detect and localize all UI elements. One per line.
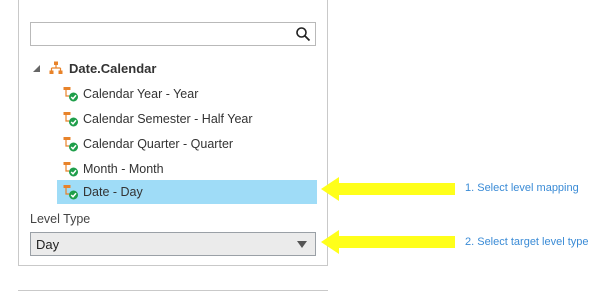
search-input[interactable]: [30, 22, 316, 46]
tree-item-label: Calendar Quarter - Quarter: [83, 137, 234, 151]
tree-item-calendar-year[interactable]: Calendar Year - Year: [57, 82, 317, 106]
tree-root[interactable]: Date.Calendar: [31, 58, 156, 78]
level-mapping-panel: Date.Calendar Calendar Year - Year Calen…: [18, 0, 328, 266]
tree-root-label: Date.Calendar: [69, 60, 157, 76]
tree-item-label: Date - Day: [83, 185, 143, 199]
annotation-step-2: 2. Select target level type: [465, 236, 589, 248]
level-type-select[interactable]: Day: [30, 232, 316, 256]
level-type-value: Day: [36, 236, 60, 252]
annotation-step-1: 1. Select level mapping: [465, 182, 579, 194]
level-mapped-icon: [63, 87, 78, 102]
level-mapped-icon: [63, 185, 78, 200]
level-mapped-icon: [63, 112, 78, 127]
tree-item-label: Calendar Semester - Half Year: [83, 112, 253, 126]
search-icon[interactable]: [295, 26, 311, 42]
chevron-down-icon[interactable]: [297, 241, 307, 248]
tree-item-calendar-quarter[interactable]: Calendar Quarter - Quarter: [57, 132, 317, 156]
tree-item-month[interactable]: Month - Month: [57, 157, 317, 181]
callout-arrow-1: [321, 177, 455, 201]
divider: [18, 290, 328, 291]
level-mapped-icon: [63, 162, 78, 177]
hierarchy-icon: [49, 61, 63, 74]
tree-item-label: Month - Month: [83, 162, 164, 176]
tree-item-label: Calendar Year - Year: [83, 87, 199, 101]
level-mapped-icon: [63, 137, 78, 152]
tree-item-calendar-semester[interactable]: Calendar Semester - Half Year: [57, 107, 317, 131]
collapse-caret-icon[interactable]: [31, 63, 41, 73]
tree-item-date[interactable]: Date - Day: [57, 180, 317, 204]
callout-arrow-2: [321, 230, 455, 254]
level-type-label: Level Type: [30, 212, 91, 226]
